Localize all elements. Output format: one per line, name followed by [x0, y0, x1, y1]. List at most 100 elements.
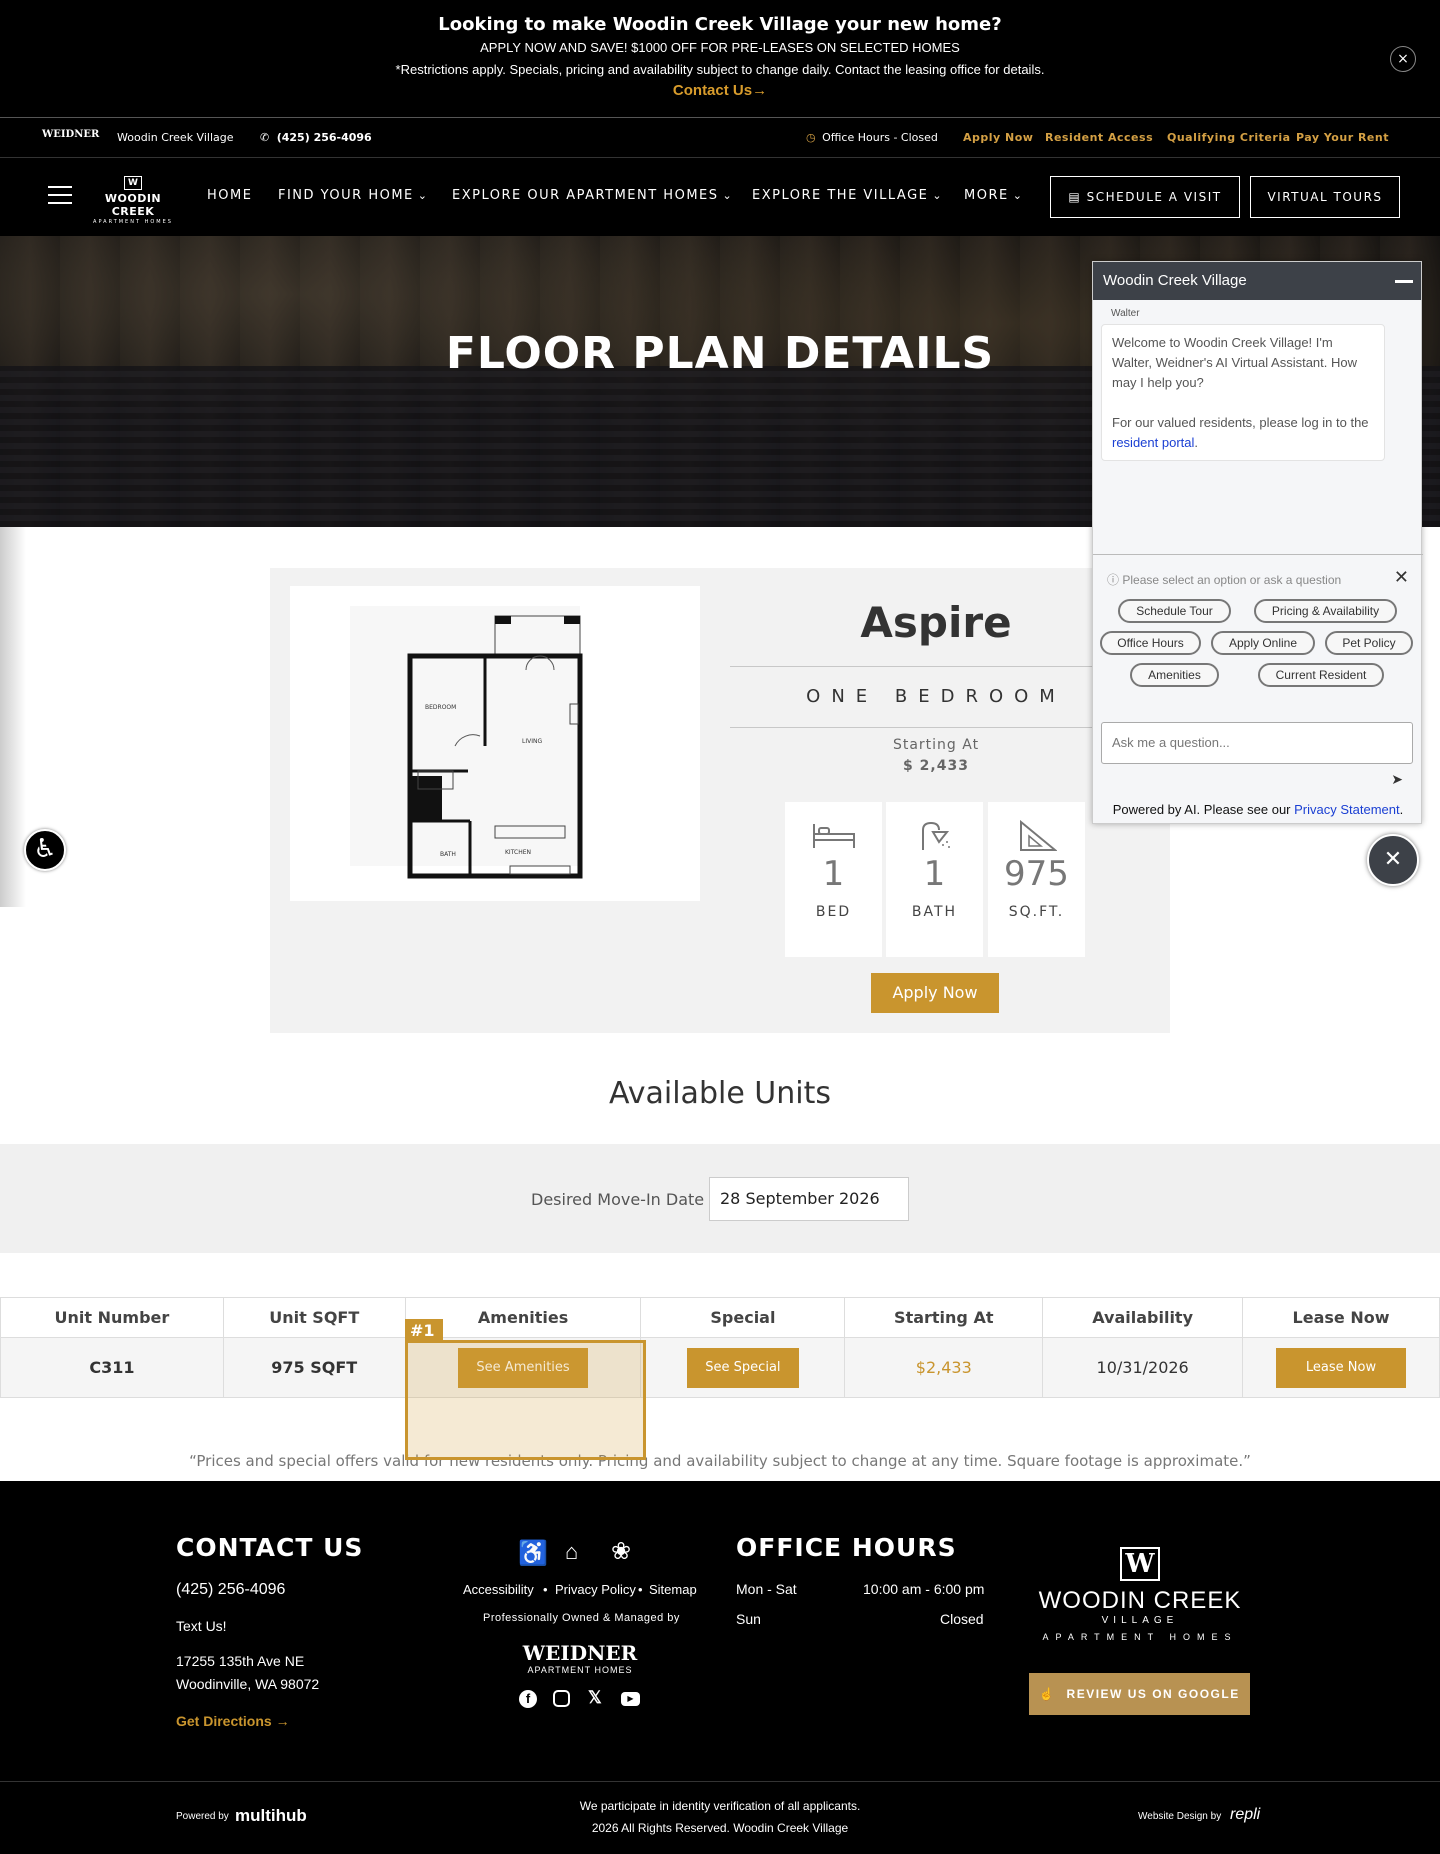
hours-days-2: Sun	[736, 1611, 761, 1627]
equal-housing-icon: ⌂	[565, 1539, 579, 1564]
room-label-bedroom: BEDROOM	[425, 704, 456, 711]
nav-explore-village[interactable]: EXPLORE THE VILLAGE ⌄	[752, 188, 943, 203]
floor-plan-card: BEDROOM LIVING BATH KITCHEN Aspire ONE B…	[270, 568, 1170, 1033]
weidner-logo-text: WEIDNER	[42, 129, 100, 140]
privacy-statement-link[interactable]: Privacy Statement	[1294, 802, 1400, 817]
lease-now-button[interactable]: Lease Now	[1275, 1347, 1407, 1388]
weidner-footer-sub: APARTMENT HOMES	[527, 1665, 633, 1675]
chip-schedule-tour[interactable]: Schedule Tour	[1118, 599, 1231, 623]
footer-accessibility-link[interactable]: Accessibility	[463, 1582, 534, 1597]
site-footer: CONTACT US (425) 256-4096 Text Us! 17255…	[0, 1481, 1440, 1854]
instagram-icon[interactable]	[553, 1690, 570, 1707]
promo-contact-link[interactable]: Contact Us→	[0, 82, 1440, 99]
chip-apply-online[interactable]: Apply Online	[1211, 631, 1315, 655]
virtual-tours-label: VIRTUAL TOURS	[1267, 190, 1383, 204]
weidner-footer-logo[interactable]: WEIDNER APARTMENT HOMES	[519, 1641, 641, 1675]
chat-agent-name: Walter	[1111, 308, 1140, 319]
chat-prompt: ⓘ Please select an option or ask a quest…	[1107, 571, 1341, 588]
starting-at-price: $ 2,433	[903, 758, 969, 774]
footer-sitemap-link[interactable]: Sitemap	[649, 1582, 697, 1597]
see-special-button[interactable]: See Special	[687, 1347, 799, 1388]
col-special: Special	[640, 1297, 846, 1338]
room-label-living: LIVING	[522, 738, 542, 745]
chip-amenities[interactable]: Amenities	[1130, 663, 1219, 687]
chip-office-hours[interactable]: Office Hours	[1100, 631, 1201, 655]
nav-more[interactable]: MORE ⌄	[964, 188, 1023, 203]
clock-icon: ◷	[806, 131, 816, 144]
col-lease-now: Lease Now	[1242, 1297, 1440, 1338]
col-unit-number: Unit Number	[0, 1297, 224, 1338]
room-label-bath: BATH	[440, 851, 456, 858]
close-options-icon[interactable]: ✕	[1394, 567, 1409, 588]
units-table: Unit Number Unit SQFT Amenities Special …	[0, 1297, 1440, 1398]
hours-days-1: Mon - Sat	[736, 1581, 797, 1597]
review-google-button[interactable]: ☝ REVIEW US ON GOOGLE	[1029, 1673, 1250, 1715]
move-in-date-input[interactable]: 28 September 2026	[709, 1177, 909, 1221]
utility-phone[interactable]: ✆ (425) 256-4096	[260, 131, 372, 144]
footer-privacy-link[interactable]: Privacy Policy	[555, 1582, 636, 1597]
repli-logo[interactable]: repli	[1230, 1806, 1260, 1824]
logo-mark: W	[124, 176, 142, 190]
special-cell: See Special	[640, 1337, 846, 1398]
footer-brand-name: WOODIN CREEK	[1038, 1587, 1242, 1614]
youtube-icon[interactable]: ▶	[621, 1692, 640, 1706]
send-icon[interactable]: ➤	[1391, 771, 1403, 788]
chat-close-icon[interactable]: ✕	[1367, 834, 1419, 886]
col-unit-sqft: Unit SQFT	[222, 1297, 406, 1338]
footer-brand-village: VILLAGE	[1101, 1615, 1179, 1626]
chip-current-resident[interactable]: Current Resident	[1258, 663, 1384, 687]
chat-message: Welcome to Woodin Creek Village! I'm Wal…	[1101, 324, 1385, 461]
address-line-1: 17255 135th Ave NE	[176, 1653, 305, 1669]
move-in-date-filter: Desired Move-In Date 28 September 2026	[0, 1144, 1440, 1253]
main-nav: W WOODIN CREEK APARTMENT HOMES HOME FIND…	[0, 158, 1440, 236]
available-units-title: Available Units	[608, 1076, 832, 1111]
nav-find-label: FIND YOUR HOME	[278, 188, 414, 203]
pay-rent-link[interactable]: Pay Your Rent	[1296, 131, 1389, 144]
footer-phone[interactable]: (425) 256-4096	[176, 1581, 285, 1599]
accessibility-icon[interactable]: ♿	[24, 829, 66, 871]
nav-explore-apartments[interactable]: EXPLORE OUR APARTMENT HOMES ⌄	[452, 188, 733, 203]
close-icon[interactable]: ×	[1390, 46, 1416, 72]
logo-sub: APARTMENT HOMES	[93, 219, 173, 225]
nav-home[interactable]: HOME	[207, 188, 252, 203]
chat-input[interactable]: Ask me a question...	[1101, 722, 1413, 764]
copyright: 2026 All Rights Reserved. Woodin Creek V…	[591, 1821, 849, 1835]
chip-pet-policy[interactable]: Pet Policy	[1325, 631, 1413, 655]
x-twitter-icon[interactable]: 𝕏	[588, 1688, 602, 1708]
apply-now-link[interactable]: Apply Now	[963, 131, 1033, 144]
resident-portal-link[interactable]: resident portal	[1112, 435, 1194, 450]
ruler-icon	[988, 819, 1085, 854]
side-panel-edge	[0, 527, 26, 907]
chat-widget: Woodin Creek Village Walter Welcome to W…	[1092, 261, 1423, 824]
floor-plan-image[interactable]: BEDROOM LIVING BATH KITCHEN	[290, 586, 700, 901]
facebook-icon[interactable]: f	[519, 1690, 537, 1708]
highlight-overlay	[405, 1340, 646, 1460]
pet-paw-icon: ❀	[611, 1538, 632, 1565]
resident-access-link[interactable]: Resident Access	[1045, 131, 1153, 144]
nav-find-your-home[interactable]: FIND YOUR HOME ⌄	[278, 188, 428, 203]
schedule-visit-button[interactable]: ▤ SCHEDULE A VISIT	[1050, 176, 1240, 218]
hamburger-menu-icon[interactable]	[48, 186, 72, 206]
logo-name: WOODIN CREEK	[104, 192, 162, 218]
promo-headline: Looking to make Woodin Creek Village you…	[438, 14, 1002, 35]
shower-icon	[886, 820, 983, 854]
managed-by-label: Professionally Owned & Managed by	[483, 1612, 680, 1624]
chip-pricing-availability[interactable]: Pricing & Availability	[1254, 599, 1397, 623]
office-hours-status[interactable]: ◷ Office Hours - Closed	[806, 131, 938, 144]
chat-title: Woodin Creek Village	[1103, 272, 1247, 289]
minimize-icon[interactable]	[1395, 280, 1413, 283]
apply-now-button[interactable]: Apply Now	[871, 973, 999, 1013]
weidner-logo[interactable]: WEIDNER	[42, 129, 100, 140]
promo-restrictions: *Restrictions apply. Specials, pricing a…	[395, 62, 1045, 77]
qualifying-criteria-link[interactable]: Qualifying Criteria	[1167, 131, 1291, 144]
chat-message-resident-text: For our valued residents, please log in …	[1112, 415, 1369, 430]
site-logo[interactable]: W WOODIN CREEK APARTMENT HOMES	[86, 176, 180, 225]
virtual-tours-button[interactable]: VIRTUAL TOURS	[1250, 176, 1400, 218]
col-availability: Availability	[1042, 1297, 1244, 1338]
text-us-link[interactable]: Text Us!	[176, 1618, 227, 1634]
utility-phone-number: (425) 256-4096	[276, 131, 372, 144]
nav-explore-apartments-label: EXPLORE OUR APARTMENT HOMES	[452, 188, 719, 203]
plan-type: ONE BEDROOM	[730, 666, 1142, 728]
promo-offer: APPLY NOW AND SAVE! $1000 OFF FOR PRE-LE…	[480, 40, 960, 55]
get-directions-link[interactable]: Get Directions →	[176, 1713, 290, 1729]
